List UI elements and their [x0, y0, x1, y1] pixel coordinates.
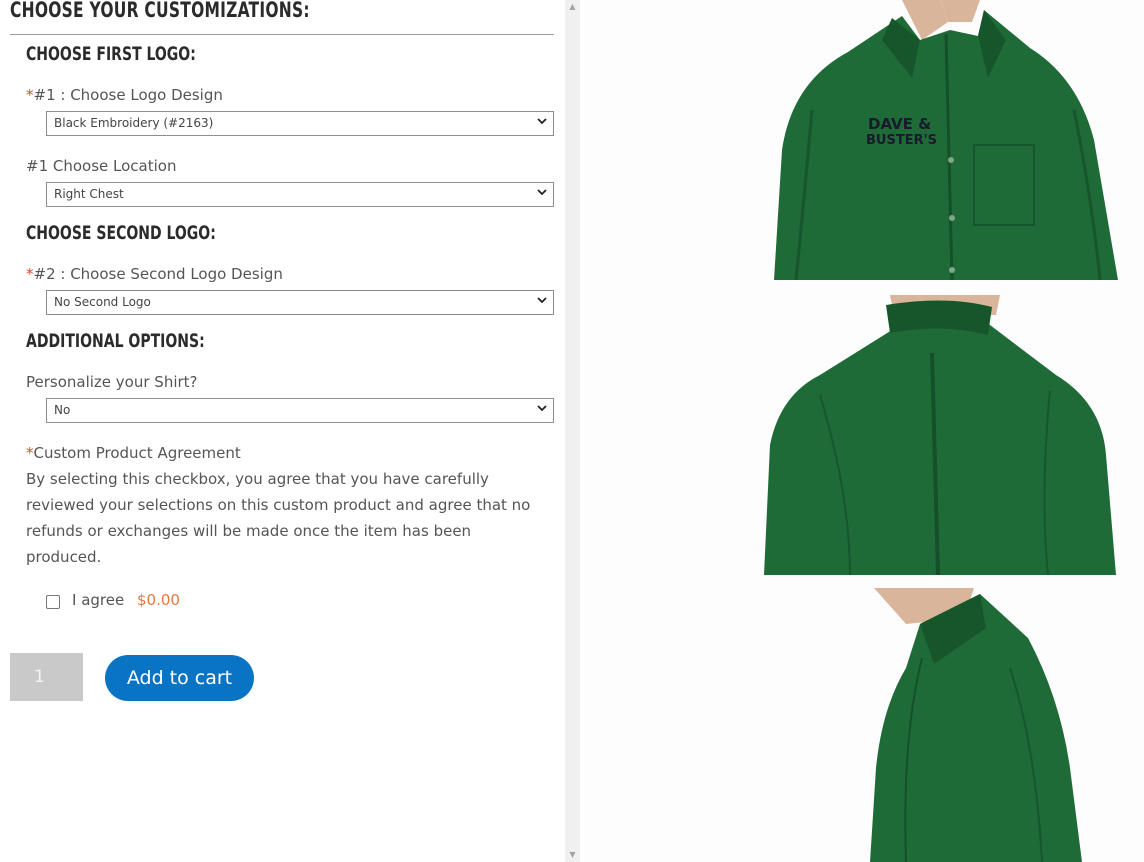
personalize-select[interactable]: No	[46, 398, 554, 423]
shirt-back-image[interactable]	[710, 295, 1144, 575]
scroll-down-icon[interactable]: ▼	[565, 848, 580, 862]
second-logo-heading: CHOOSE SECOND LOGO:	[26, 222, 216, 244]
agreement-label-text: Custom Product Agreement	[33, 444, 241, 462]
second-design-select[interactable]: No Second Logo	[46, 290, 554, 315]
agree-price: $0.00	[137, 591, 180, 609]
location-label: #1 Choose Location	[26, 157, 177, 175]
logo-design-label-text: #1 : Choose Logo Design	[33, 86, 223, 104]
add-to-cart-button[interactable]: Add to cart	[105, 655, 254, 701]
shirt-front-image[interactable]: DAVE & BUSTER'S	[774, 0, 1118, 280]
agreement-label: *Custom Product Agreement	[26, 444, 241, 462]
logo-line-2: BUSTER'S	[866, 133, 937, 148]
logo-design-label: *#1 : Choose Logo Design	[26, 86, 223, 104]
required-marker: *	[26, 265, 34, 283]
heading-divider	[10, 34, 554, 35]
first-logo-heading: CHOOSE FIRST LOGO:	[26, 43, 196, 65]
personalize-value: No	[54, 403, 71, 417]
chevron-down-icon	[537, 405, 547, 412]
required-marker: *	[26, 444, 34, 462]
scroll-up-icon[interactable]: ▲	[565, 0, 580, 14]
quantity-value: 1	[34, 667, 45, 687]
location-value: Right Chest	[54, 187, 124, 201]
logo-design-value: Black Embroidery (#2163)	[54, 116, 214, 130]
additional-options-heading: ADDITIONAL OPTIONS:	[26, 330, 205, 352]
logo-design-select[interactable]: Black Embroidery (#2163)	[46, 111, 554, 136]
required-marker: *	[26, 86, 34, 104]
chevron-down-icon	[537, 189, 547, 196]
chevron-down-icon	[537, 297, 547, 304]
second-design-label-text: #2 : Choose Second Logo Design	[33, 265, 283, 283]
scrollbar[interactable]: ▲ ▼	[565, 0, 580, 862]
agree-checkbox[interactable]	[46, 595, 60, 609]
location-select[interactable]: Right Chest	[46, 182, 554, 207]
chevron-down-icon	[537, 118, 547, 125]
agreement-text: By selecting this checkbox, you agree th…	[26, 470, 531, 566]
customization-panel: CHOOSE YOUR CUSTOMIZATIONS: CHOOSE FIRST…	[0, 0, 565, 862]
product-gallery: DAVE & BUSTER'S	[580, 0, 1144, 862]
logo-line-1: DAVE &	[868, 115, 931, 133]
second-design-value: No Second Logo	[54, 295, 151, 309]
quantity-input[interactable]: 1	[10, 653, 83, 701]
second-design-label: *#2 : Choose Second Logo Design	[26, 265, 283, 283]
personalize-label: Personalize your Shirt?	[26, 373, 198, 391]
customizations-heading: CHOOSE YOUR CUSTOMIZATIONS:	[10, 0, 310, 22]
agree-label: I agree	[72, 591, 125, 609]
shirt-side-image[interactable]	[710, 588, 1144, 862]
